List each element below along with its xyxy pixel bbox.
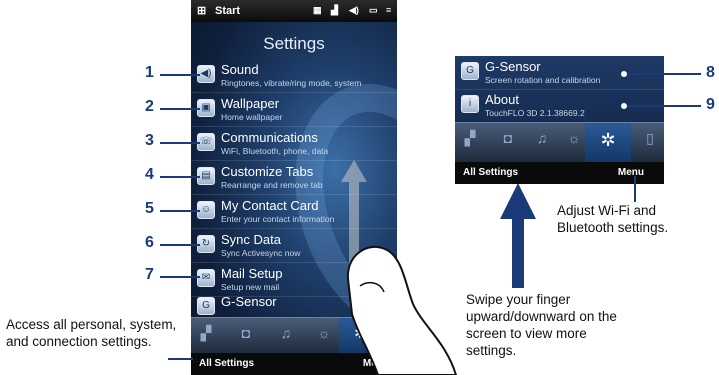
item-title: Wallpaper <box>221 96 280 111</box>
menu-icon: ≡ <box>386 5 392 15</box>
item-title: Sync Data <box>221 232 281 247</box>
item-subtitle: Screen rotation and calibration <box>485 75 601 85</box>
callout-line <box>160 176 200 178</box>
callout-number: 9 <box>706 96 715 113</box>
screen-title: Settings <box>263 34 325 53</box>
item-title: Customize Tabs <box>221 164 314 179</box>
callout-number: 4 <box>145 166 154 183</box>
callout-number: 5 <box>145 200 154 217</box>
callout-line <box>168 358 193 360</box>
access-caption: Access all personal, system, and connect… <box>6 317 177 349</box>
all-settings-softkey[interactable]: All Settings <box>463 167 518 178</box>
callout-line <box>627 105 701 107</box>
menu-softkey[interactable]: Menu <box>618 167 644 178</box>
item-title: Sound <box>221 62 259 77</box>
item-subtitle: TouchFLO 3D 2.1.38669.2 <box>485 108 585 118</box>
callout-number: 2 <box>145 98 154 115</box>
g-sensor-icon: G <box>197 297 215 315</box>
item-title: Communications <box>221 130 318 145</box>
tab-photos-icon[interactable]: ◘ <box>493 130 523 146</box>
signal-icon: ▟ <box>331 5 338 15</box>
tab-photos-icon[interactable]: ◘ <box>231 325 261 341</box>
item-subtitle: Rearrange and remove tab <box>221 180 323 190</box>
callout-line <box>627 73 701 75</box>
item-title: Mail Setup <box>221 266 283 281</box>
g-sensor-icon: G <box>461 62 479 80</box>
mail-icon: ✉ <box>197 269 215 287</box>
item-subtitle: Home wallpaper <box>221 112 283 122</box>
item-subtitle: Sync Activesync now <box>221 248 301 258</box>
tab-weather-icon[interactable]: ☼ <box>559 130 589 146</box>
callout-number: 7 <box>145 266 154 283</box>
callout-line <box>160 210 200 212</box>
tab-home-icon[interactable]: ▞ <box>455 130 485 147</box>
settings-item-communications[interactable]: ☏ Communications WiFi, Bluetooth, phone,… <box>191 127 397 161</box>
callout-line <box>160 74 200 76</box>
item-title: G-Sensor <box>485 59 541 74</box>
settings-item-wallpaper[interactable]: ▣ Wallpaper Home wallpaper <box>191 93 397 127</box>
adjust-caption: Adjust Wi-Fi and Bluetooth settings. <box>557 203 669 235</box>
callout-number: 8 <box>706 64 715 81</box>
tab-more-icon[interactable]: ▯ <box>635 130 664 147</box>
item-subtitle: Enter your contact information <box>221 214 335 224</box>
tab-music-icon[interactable]: ♫ <box>527 130 557 146</box>
callout-line <box>160 142 200 144</box>
callout-number: 3 <box>145 132 154 149</box>
item-subtitle: WiFi, Bluetooth, phone, data <box>221 146 329 156</box>
item-title: My Contact Card <box>221 198 319 213</box>
all-settings-softkey[interactable]: All Settings <box>199 358 254 369</box>
item-subtitle: Ringtones, vibrate/ring mode, system <box>221 78 362 88</box>
up-arrow-icon <box>500 183 536 288</box>
callout-line <box>160 244 200 246</box>
battery-icon: ▭ <box>369 5 378 15</box>
status-bar: ⊞ Start ▦ ▟ ◀) ▭ ≡ <box>191 0 397 22</box>
item-title: G-Sensor <box>221 294 277 309</box>
tab-bar-inset: ▞ ◘ ♫ ☼ ✲ ▯ <box>455 122 664 163</box>
callout-number: 6 <box>145 234 154 251</box>
windows-logo-icon[interactable]: ⊞ <box>197 4 206 17</box>
callout-number: 1 <box>145 64 154 81</box>
about-icon: i <box>461 95 479 113</box>
tab-settings-icon[interactable]: ✲ <box>593 130 623 151</box>
soft-key-bar-inset: All Settings Menu <box>455 162 664 184</box>
settings-item-sound[interactable]: ◀) Sound Ringtones, vibrate/ring mode, s… <box>191 59 397 93</box>
callout-line <box>160 276 200 278</box>
finger-hand-icon <box>346 246 458 375</box>
network-icon: ▦ <box>313 5 322 15</box>
item-title: About <box>485 92 519 107</box>
swipe-caption: Swipe your finger upward/downward on the… <box>466 292 617 358</box>
tab-music-icon[interactable]: ♫ <box>271 325 301 341</box>
inset-screen: G G-Sensor Screen rotation and calibrati… <box>455 56 664 184</box>
volume-icon: ◀) <box>349 5 359 15</box>
start-label[interactable]: Start <box>215 5 240 17</box>
tab-home-icon[interactable]: ▞ <box>191 325 221 342</box>
callout-line <box>160 108 200 110</box>
menu-callout-line <box>634 176 636 202</box>
